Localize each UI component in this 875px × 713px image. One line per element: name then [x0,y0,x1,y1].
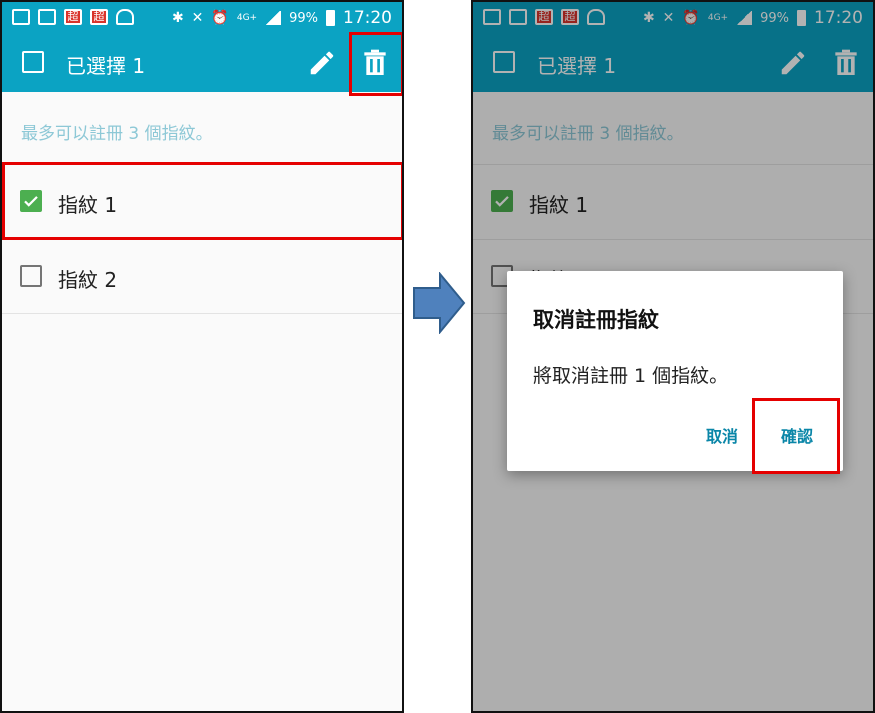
cancel-button[interactable]: 取消 [706,423,738,447]
trash-icon[interactable] [359,46,391,80]
wifi-icon [116,9,134,25]
message-icon [12,9,30,25]
fingerprint-row-2[interactable]: 指紋 2 [2,240,402,314]
network-type: 4G+ [236,12,258,23]
fingerprint-row-1[interactable]: 指紋 1 [2,165,402,239]
fingerprint-2-label: 指紋 2 [58,268,118,292]
clock: 17:20 [343,8,392,28]
unregister-dialog: 取消註冊指紋 將取消註冊 1 個指紋。 取消 確認 [507,271,843,471]
gallery-icon [38,9,56,25]
app-icon: 超 [90,9,108,25]
fingerprint-2-checkbox[interactable] [20,265,42,287]
arrow-right-icon [413,272,466,334]
alarm-icon: ⏰ [211,10,229,26]
battery-percent: 99% [289,10,318,26]
phone-screen-before: 超 超 ✱ ✕ ⏰ 4G+ 99% 17:20 已選擇 1 最多可以註冊 3 個… [0,0,404,713]
pencil-icon[interactable] [307,48,337,78]
fingerprint-limit-hint: 最多可以註冊 3 個指紋。 [21,124,213,144]
phone-screen-after: 超 超 ✱ ✕ ⏰ 4G+ 99% 17:20 已選擇 1 最多可以註冊 3 個… [471,0,875,713]
bluetooth-icon: ✱ [171,10,184,26]
app-icon: 超 [64,9,82,25]
selection-count-title: 已選擇 1 [66,54,146,78]
fingerprint-1-label: 指紋 1 [58,193,118,217]
confirm-button[interactable]: 確認 [781,423,813,447]
selection-app-bar: 已選擇 1 [2,34,402,92]
signal-icon [265,11,282,25]
fingerprint-1-checkbox[interactable] [20,190,42,212]
dialog-message: 將取消註冊 1 個指紋。 [533,365,729,387]
select-all-checkbox[interactable] [22,51,44,73]
battery-icon [326,10,335,26]
checkmark-icon [24,196,38,207]
status-bar: 超 超 ✱ ✕ ⏰ 4G+ 99% 17:20 [2,2,402,34]
divider [2,313,402,314]
mute-icon: ✕ [191,10,204,26]
dialog-title: 取消註冊指紋 [533,308,659,332]
